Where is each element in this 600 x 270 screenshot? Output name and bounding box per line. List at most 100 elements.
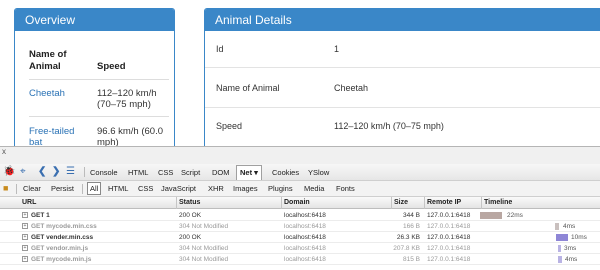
request-domain: localhost:6418 xyxy=(284,212,326,219)
column-header-domain[interactable]: Domain xyxy=(284,198,310,208)
net-request-row[interactable]: + GET mycode.min.js 304 Not Modified localh… xyxy=(0,254,600,265)
speed-cell: 112–120 km/h (70–75 mph) xyxy=(97,88,157,110)
filter-plugins[interactable]: Plugins xyxy=(268,183,293,194)
net-request-row[interactable]: + GET vendor.min.js 304 Not Modified localh… xyxy=(0,243,600,254)
column-divider[interactable] xyxy=(281,197,282,209)
back-icon[interactable]: ❮ xyxy=(38,166,46,178)
request-domain: localhost:6418 xyxy=(284,223,326,230)
timeline-bar xyxy=(558,256,562,263)
request-remote-ip: 127.0.0.1:6418 xyxy=(427,234,471,241)
expand-row-icon[interactable]: + xyxy=(22,256,28,262)
detail-divider xyxy=(205,107,600,108)
animal-details-panel: Animal Details Id 1 Name of Animal Cheet… xyxy=(204,8,600,146)
inspect-icon[interactable]: ⌖ xyxy=(20,166,26,178)
forward-icon[interactable]: ❯ xyxy=(52,166,60,178)
column-header-remote-ip[interactable]: Remote IP xyxy=(427,198,461,208)
devtools-main-toolbar: 🐞 ⌖ ❮ ❯ ☰ Console HTML CSS Script DOM Ne… xyxy=(0,164,600,181)
tab-script[interactable]: Script xyxy=(181,167,200,178)
column-divider[interactable] xyxy=(391,197,392,209)
detail-divider xyxy=(205,67,600,68)
filter-images[interactable]: Images xyxy=(233,183,258,194)
timeline-bar xyxy=(555,223,559,230)
expand-row-icon[interactable]: + xyxy=(22,234,28,240)
filter-javascript[interactable]: JavaScript xyxy=(161,183,196,194)
net-request-row[interactable]: + GET 1 200 OK localhost:6418 344 B 127.0.0.1… xyxy=(0,210,600,221)
animal-link-cheetah[interactable]: Cheetah xyxy=(29,88,89,99)
request-duration: 10ms xyxy=(571,234,587,241)
column-divider[interactable] xyxy=(176,197,177,209)
column-header-status[interactable]: Status xyxy=(179,198,200,208)
detail-label-speed: Speed xyxy=(216,121,243,131)
command-line-icon[interactable]: ☰ xyxy=(66,166,75,178)
net-request-list: + GET 1 200 OK localhost:6418 344 B 127.0.0.1… xyxy=(0,209,600,270)
request-status: 200 OK xyxy=(179,212,202,219)
request-url: GET 1 xyxy=(31,212,50,219)
devtools-panel: x 🐞 ⌖ ❮ ❯ ☰ Console HTML CSS Script DOM … xyxy=(0,146,600,270)
column-divider[interactable] xyxy=(424,197,425,209)
detail-value-speed: 112–120 km/h (70–75 mph) xyxy=(334,121,444,131)
detail-value-id: 1 xyxy=(334,44,340,54)
request-size: 815 B xyxy=(403,256,420,263)
request-duration: 4ms xyxy=(563,223,576,230)
details-panel-title: Animal Details xyxy=(205,9,600,31)
filter-all[interactable]: All xyxy=(87,182,102,195)
filter-css[interactable]: CSS xyxy=(138,183,153,194)
net-table-header: URL Status Domain Size Remote IP Timelin… xyxy=(0,197,600,209)
expand-row-icon[interactable]: + xyxy=(22,245,28,251)
close-devtools-icon[interactable]: x xyxy=(2,147,6,156)
tab-css[interactable]: CSS xyxy=(158,167,173,178)
tab-dom[interactable]: DOM xyxy=(212,167,230,178)
request-remote-ip: 127.0.0.1:6418 xyxy=(427,245,471,252)
expand-row-icon[interactable]: + xyxy=(22,223,28,229)
request-remote-ip: 127.0.0.1:6418 xyxy=(427,223,471,230)
request-status: 200 OK xyxy=(179,234,202,241)
filter-html[interactable]: HTML xyxy=(108,183,128,194)
expand-row-icon[interactable]: + xyxy=(22,212,28,218)
detail-label-id: Id xyxy=(216,44,224,54)
tab-html[interactable]: HTML xyxy=(128,167,148,178)
column-header-size[interactable]: Size xyxy=(394,198,408,208)
net-request-row[interactable]: + GET vender.min.css 200 OK localhost:6418 2… xyxy=(0,232,600,243)
request-domain: localhost:6418 xyxy=(284,234,326,241)
toolbar-separator xyxy=(16,184,17,194)
clear-button[interactable]: Clear xyxy=(23,183,41,194)
net-filter-toolbar: ■ Clear Persist All HTML CSS JavaScript … xyxy=(0,181,600,197)
tab-yslow[interactable]: YSlow xyxy=(308,167,329,178)
detail-label-name: Name of Animal xyxy=(216,83,280,93)
tab-console[interactable]: Console xyxy=(90,167,118,178)
filter-media[interactable]: Media xyxy=(304,183,324,194)
net-request-row[interactable]: + GET mycode.min.css 304 Not Modified local… xyxy=(0,221,600,232)
column-header-animal: Name of Animal xyxy=(29,49,67,72)
toolbar-separator xyxy=(84,167,85,177)
firebug-icon[interactable]: 🐞 xyxy=(3,166,15,178)
request-duration: 22ms xyxy=(507,212,523,219)
overview-panel-title: Overview xyxy=(15,9,174,31)
tab-cookies[interactable]: Cookies xyxy=(272,167,299,178)
tab-net[interactable]: Net ▾ xyxy=(236,165,262,180)
column-header-url[interactable]: URL xyxy=(22,198,36,208)
filter-fonts[interactable]: Fonts xyxy=(336,183,355,194)
persist-button[interactable]: Persist xyxy=(51,183,74,194)
request-size: 344 B xyxy=(403,212,420,219)
animal-link-free-tailed-bat[interactable]: Free-tailed bat xyxy=(29,126,89,146)
timeline-bar xyxy=(480,212,502,219)
column-header-speed: Speed xyxy=(97,61,126,72)
timeline-bar xyxy=(556,234,568,241)
column-header-timeline[interactable]: Timeline xyxy=(484,198,512,208)
filter-xhr[interactable]: XHR xyxy=(208,183,224,194)
request-url: GET mycode.min.css xyxy=(31,223,97,230)
net-panel-icon[interactable]: ■ xyxy=(3,182,8,194)
web-page: Overview Name of Animal Speed Cheetah 11… xyxy=(0,0,600,146)
request-url: GET mycode.min.js xyxy=(31,256,92,263)
overview-panel: Overview Name of Animal Speed Cheetah 11… xyxy=(14,8,175,146)
request-duration: 4ms xyxy=(565,256,578,263)
request-size: 166 B xyxy=(403,223,420,230)
table-divider xyxy=(29,116,169,117)
request-domain: localhost:6418 xyxy=(284,256,326,263)
request-duration: 3ms xyxy=(564,245,577,252)
speed-cell: 96.6 km/h (60.0 mph) xyxy=(97,126,164,146)
request-status: 304 Not Modified xyxy=(179,256,229,263)
request-status: 304 Not Modified xyxy=(179,245,229,252)
timeline-bar xyxy=(558,245,561,252)
column-divider[interactable] xyxy=(481,197,482,209)
